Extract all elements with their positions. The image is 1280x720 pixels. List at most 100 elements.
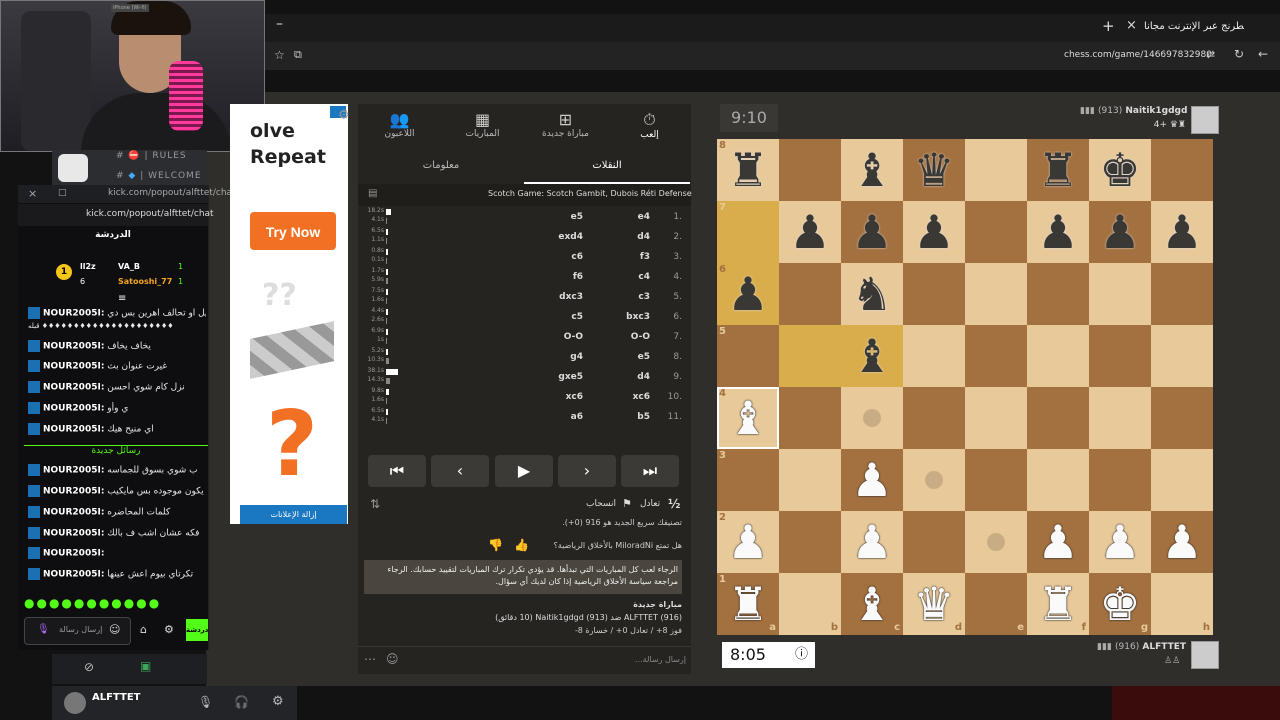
settings-gear-icon[interactable]: ⚙ bbox=[338, 108, 350, 123]
square-e8[interactable] bbox=[965, 139, 1027, 201]
black-move[interactable]: xc6 bbox=[538, 392, 583, 402]
square-a5[interactable]: 5 bbox=[717, 325, 779, 387]
white-queen-piece[interactable]: ♛ bbox=[913, 577, 954, 631]
black-pawn-piece[interactable]: ♟ bbox=[789, 205, 830, 259]
square-d4[interactable] bbox=[903, 387, 965, 449]
square-a6[interactable]: ♟ 6 bbox=[717, 263, 779, 325]
white-move[interactable]: d4 bbox=[608, 372, 650, 382]
black-king-piece[interactable]: ♚ bbox=[1099, 143, 1140, 197]
square-d3[interactable] bbox=[903, 449, 965, 511]
square-f6[interactable] bbox=[1027, 263, 1089, 325]
square-d5[interactable] bbox=[903, 325, 965, 387]
square-c5[interactable]: ♝ bbox=[841, 325, 903, 387]
square-d8[interactable]: ♛ bbox=[903, 139, 965, 201]
black-bishop-piece[interactable]: ♝ bbox=[851, 143, 892, 197]
flip-board-icon[interactable]: ⇅ bbox=[370, 497, 380, 511]
microphone-icon[interactable]: 🎙 bbox=[198, 695, 213, 709]
square-a4[interactable]: ♝ 4 bbox=[717, 387, 779, 449]
close-window-icon[interactable]: × bbox=[28, 187, 37, 200]
square-h3[interactable] bbox=[1151, 449, 1213, 511]
square-g1[interactable]: ♚ g bbox=[1089, 573, 1151, 635]
browser-tab-title[interactable]: إلعب الشطرنج عبر الإنترنت مجاناً bbox=[1144, 21, 1244, 32]
opponent-avatar[interactable] bbox=[1191, 106, 1219, 134]
move-hint-dot[interactable] bbox=[863, 409, 881, 427]
square-f8[interactable]: ♜ bbox=[1027, 139, 1089, 201]
white-pawn-piece[interactable]: ♟ bbox=[727, 515, 768, 569]
tab-play[interactable]: ⏱ إلعب bbox=[608, 104, 691, 150]
square-c7[interactable]: ♟ bbox=[841, 201, 903, 263]
black-pawn-piece[interactable]: ♟ bbox=[727, 267, 768, 321]
move-hint-dot[interactable] bbox=[987, 533, 1005, 551]
white-pawn-piece[interactable]: ♟ bbox=[851, 453, 892, 507]
more-icon[interactable]: ⋯ bbox=[364, 652, 376, 666]
black-move[interactable]: dxc3 bbox=[538, 292, 583, 302]
thumbs-down-icon[interactable]: 👎 bbox=[488, 538, 503, 552]
square-b1[interactable]: b bbox=[779, 573, 841, 635]
square-c6[interactable]: ♞ bbox=[841, 263, 903, 325]
white-move[interactable]: c3 bbox=[608, 292, 650, 302]
square-h8[interactable] bbox=[1151, 139, 1213, 201]
square-e1[interactable]: e bbox=[965, 573, 1027, 635]
white-move[interactable]: f3 bbox=[608, 252, 650, 262]
url-bar[interactable]: chess.com/game/146697832980 bbox=[1064, 50, 1212, 60]
tab-players[interactable]: 👥 اللاعبون bbox=[358, 104, 441, 150]
square-e3[interactable] bbox=[965, 449, 1027, 511]
square-e6[interactable] bbox=[965, 263, 1027, 325]
square-h2[interactable]: ♟ bbox=[1151, 511, 1213, 573]
chat-send-input[interactable]: 🎙 إرسال رسالة ☺ bbox=[24, 617, 131, 645]
share-icon[interactable]: ⧉ bbox=[294, 48, 302, 62]
tab-moves[interactable]: النقلات bbox=[524, 150, 690, 184]
player-avatar[interactable] bbox=[1191, 641, 1219, 669]
black-queen-piece[interactable]: ♛ bbox=[913, 143, 954, 197]
leader-name-2[interactable]: Satooshi_77 bbox=[118, 277, 172, 286]
square-f5[interactable] bbox=[1027, 325, 1089, 387]
square-e2[interactable] bbox=[965, 511, 1027, 573]
thumbs-up-icon[interactable]: 👍 bbox=[514, 538, 529, 552]
square-a8[interactable]: ♜ 8 bbox=[717, 139, 779, 201]
square-c3[interactable]: ♟ bbox=[841, 449, 903, 511]
play-button[interactable]: ▶ bbox=[495, 455, 553, 487]
square-f3[interactable] bbox=[1027, 449, 1089, 511]
emote-row[interactable]: ●●●●●●●●●●● bbox=[24, 596, 208, 612]
square-g3[interactable] bbox=[1089, 449, 1151, 511]
avatar[interactable] bbox=[64, 692, 86, 714]
try-now-button[interactable]: Try Now bbox=[250, 212, 336, 250]
white-move[interactable]: e5 bbox=[608, 352, 650, 362]
black-rook-piece[interactable]: ♜ bbox=[727, 143, 768, 197]
white-rook-piece[interactable]: ♜ bbox=[727, 577, 768, 631]
black-rook-piece[interactable]: ♜ bbox=[1037, 143, 1078, 197]
white-pawn-piece[interactable]: ♟ bbox=[1037, 515, 1078, 569]
site-settings-icon[interactable]: ⇄ bbox=[1206, 48, 1215, 61]
emoji-icon[interactable]: ☺ bbox=[386, 652, 399, 666]
new-messages-divider[interactable]: رسائل جديدة bbox=[24, 445, 208, 460]
send-chat-button[interactable]: دردشة bbox=[186, 619, 208, 641]
tab-new-game[interactable]: ⊞ مباراة جديدة bbox=[524, 104, 607, 150]
white-move[interactable]: c4 bbox=[608, 272, 650, 282]
headphones-icon[interactable]: 🎧 bbox=[234, 695, 249, 709]
square-f7[interactable]: ♟ bbox=[1027, 201, 1089, 263]
square-f2[interactable]: ♟ bbox=[1027, 511, 1089, 573]
remove-ads-button[interactable]: إزالة الإعلانات bbox=[240, 505, 347, 524]
square-d7[interactable]: ♟ bbox=[903, 201, 965, 263]
bookmark-star-icon[interactable]: ☆ bbox=[274, 48, 285, 62]
black-move[interactable]: c6 bbox=[538, 252, 583, 262]
settings-gear-icon[interactable]: ⚙ bbox=[164, 623, 174, 636]
square-a3[interactable]: 3 bbox=[717, 449, 779, 511]
white-move[interactable]: bxc3 bbox=[608, 312, 650, 322]
user-settings-icon[interactable]: ⚙ bbox=[272, 694, 284, 709]
white-bishop-piece[interactable]: ♝ bbox=[727, 391, 768, 445]
square-e7[interactable] bbox=[965, 201, 1027, 263]
flag-icon[interactable]: ⚑ bbox=[622, 497, 632, 510]
square-b8[interactable] bbox=[779, 139, 841, 201]
channel-welcome[interactable]: # ◆ | WELCOME bbox=[116, 171, 202, 181]
white-king-piece[interactable]: ♚ bbox=[1099, 577, 1140, 631]
black-pawn-piece[interactable]: ♟ bbox=[1161, 205, 1202, 259]
black-move[interactable]: c5 bbox=[538, 312, 583, 322]
white-move[interactable]: d4 bbox=[608, 232, 650, 242]
first-move-button[interactable]: ⏮ bbox=[368, 455, 426, 487]
square-c4[interactable] bbox=[841, 387, 903, 449]
draw-half-icon[interactable]: ½ bbox=[668, 497, 680, 511]
kick-url[interactable]: kick.com/popout/alfttet/chat bbox=[86, 209, 214, 219]
square-h5[interactable] bbox=[1151, 325, 1213, 387]
black-pawn-piece[interactable]: ♟ bbox=[1099, 205, 1140, 259]
